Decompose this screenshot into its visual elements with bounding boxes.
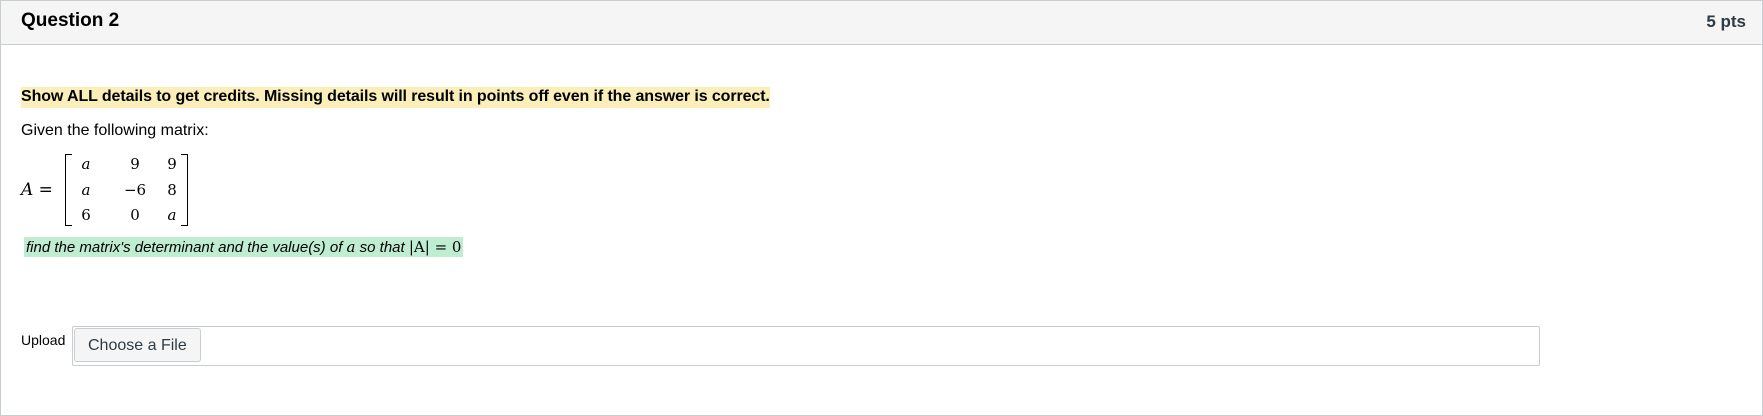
matrix-cell: 6 [81, 206, 91, 224]
upload-label: Upload [21, 332, 66, 348]
matrix-cell: 0 [130, 206, 140, 224]
choose-file-button[interactable]: Choose a File [74, 328, 201, 362]
file-upload-field[interactable]: Choose a File [72, 326, 1540, 366]
matrix-equation: A = a 9 9 a −6 8 6 0 a [21, 154, 1746, 229]
matrix-cell: −6 [123, 181, 147, 199]
matrix-right-bracket [181, 154, 188, 226]
matrix-lhs: A = [21, 180, 53, 200]
given-text: Given the following matrix: [21, 122, 209, 139]
matrix-cell: a [81, 155, 91, 173]
question-body: Show ALL details to get credits. Missing… [21, 87, 1746, 257]
instruction-text: Show ALL details to get credits. Missing… [21, 87, 770, 108]
task-mid: so that [355, 239, 409, 256]
question-card: Question 2 5 pts Show ALL details to get… [0, 0, 1763, 416]
question-points: 5 pts [1706, 12, 1746, 31]
question-header: Question 2 5 pts [1, 1, 1762, 45]
task-prefix: find the matrix's determinant and the va… [26, 239, 347, 256]
task-text: find the matrix's determinant and the va… [24, 237, 464, 257]
task-expression: |A| = 0 [408, 238, 462, 256]
matrix-cell: a [81, 181, 91, 199]
question-title: Question 2 [21, 10, 120, 31]
matrix-cell: 9 [130, 155, 140, 173]
